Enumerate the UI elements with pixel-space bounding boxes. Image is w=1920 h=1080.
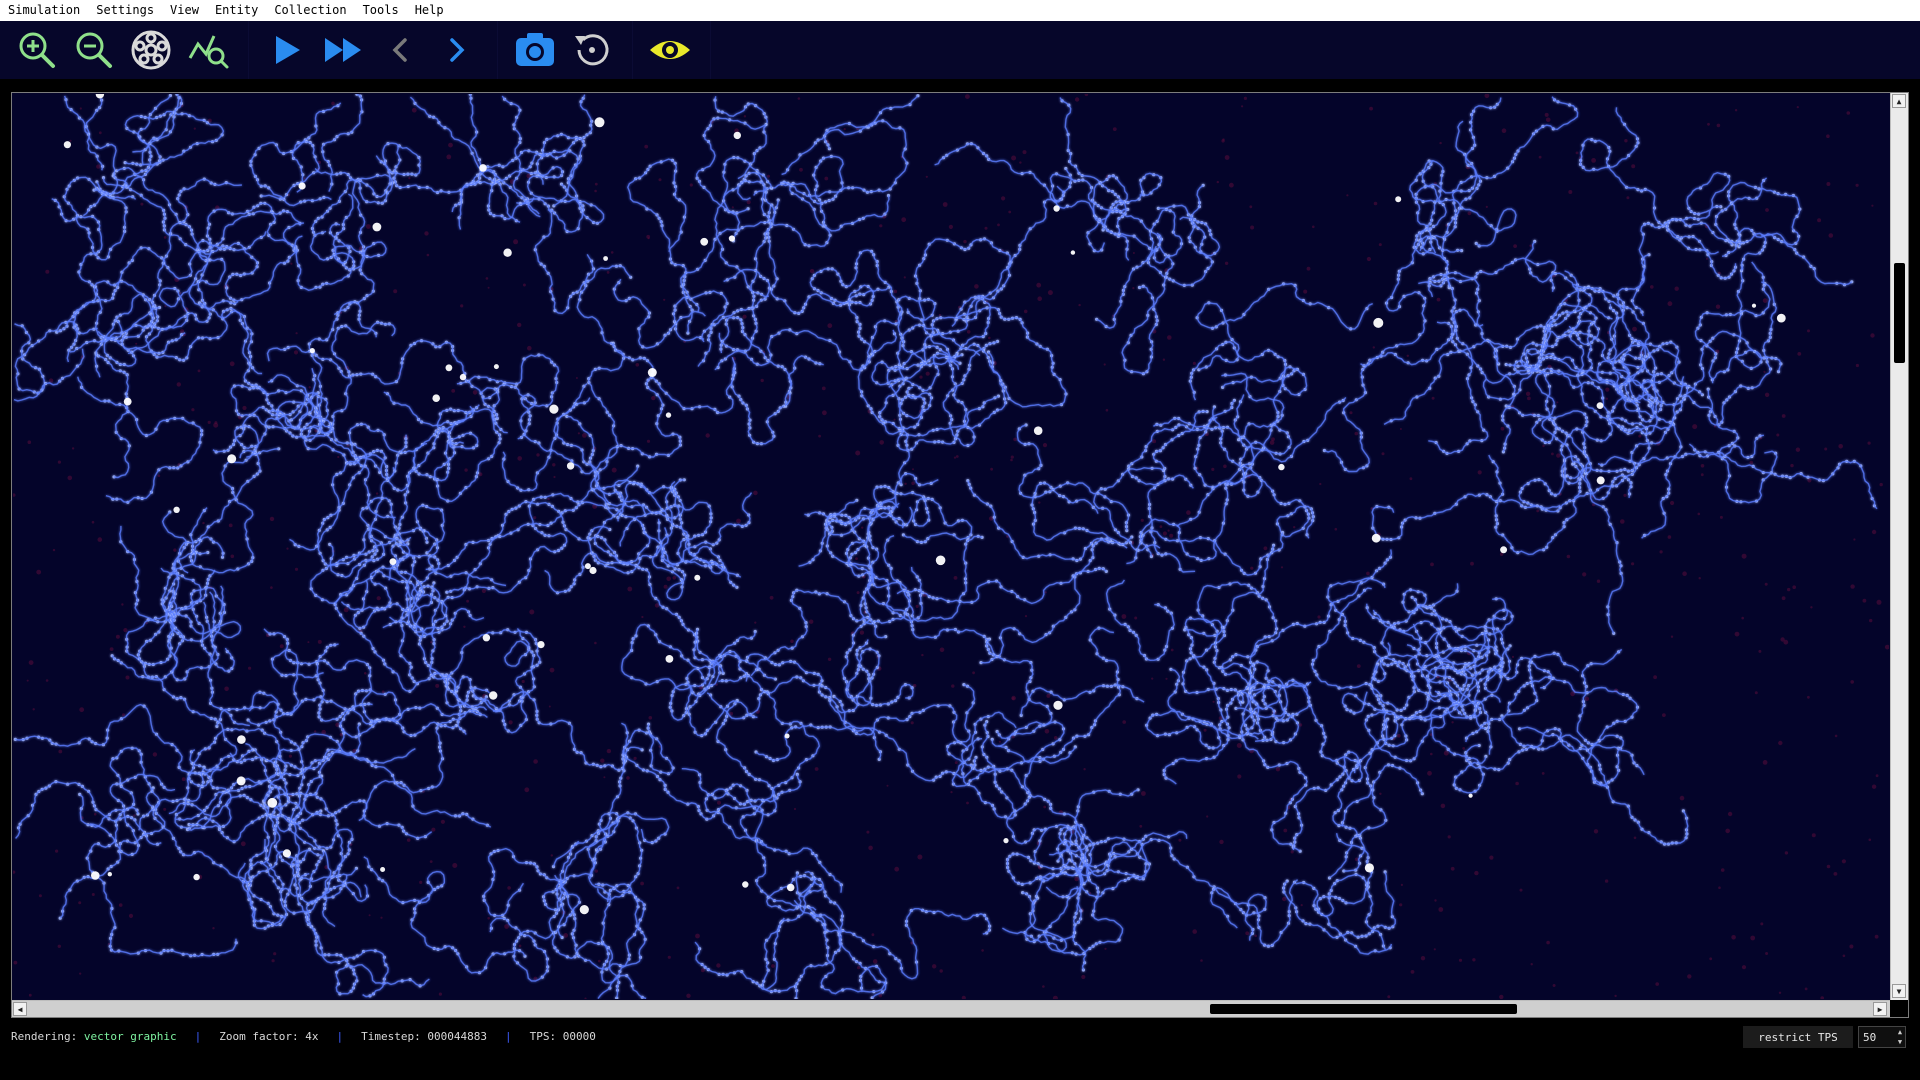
- snapshot-group: [498, 21, 633, 79]
- horizontal-scrollbar[interactable]: ◀ ▶: [12, 1000, 1890, 1017]
- timestep-label: Timestep: 000044883: [361, 1030, 488, 1043]
- scroll-down-arrow[interactable]: ▼: [1892, 984, 1906, 998]
- tps-spinner[interactable]: ▲ ▼: [1895, 1027, 1905, 1047]
- fast-forward-button[interactable]: [316, 23, 370, 77]
- vertical-scrollbar[interactable]: ▲ ▼: [1890, 93, 1908, 1000]
- step-back-icon: [392, 38, 407, 62]
- zoom-out-button[interactable]: [67, 23, 121, 77]
- step-forward-button[interactable]: [430, 23, 484, 77]
- snapshot-camera-icon: [516, 33, 554, 66]
- visibility-group: [633, 21, 711, 79]
- rendering-value: vector graphic: [83, 1030, 177, 1043]
- playback-group: [249, 21, 498, 79]
- menu-view[interactable]: View: [162, 0, 207, 21]
- menu-settings[interactable]: Settings: [88, 0, 162, 21]
- simulation-render: [13, 94, 1889, 999]
- play-icon: [276, 36, 300, 64]
- view-tools-group: [0, 21, 249, 79]
- play-button[interactable]: [259, 23, 313, 77]
- rendering-label: Rendering:: [11, 1030, 78, 1043]
- simulation-viewport: ▲ ▼ ◀ ▶: [11, 92, 1909, 1018]
- vertical-scroll-thumb[interactable]: [1894, 263, 1905, 363]
- status-separator: |: [505, 1030, 512, 1043]
- fast-forward-icon: [325, 38, 361, 62]
- visibility-toggle-button[interactable]: [643, 23, 697, 77]
- menu-tools[interactable]: Tools: [355, 0, 407, 21]
- step-forward-icon: [450, 38, 465, 62]
- restrict-tps-button[interactable]: restrict TPS: [1743, 1026, 1853, 1048]
- restore-snapshot-button[interactable]: [565, 23, 619, 77]
- menu-simulation[interactable]: Simulation: [8, 0, 88, 21]
- restore-snapshot-icon: [575, 34, 609, 66]
- scroll-right-arrow[interactable]: ▶: [1873, 1002, 1887, 1016]
- zoom-factor-label: Zoom factor: 4x: [219, 1030, 319, 1043]
- find-entity-button[interactable]: [181, 23, 235, 77]
- status-separator: |: [336, 1030, 344, 1043]
- find-entity-icon: [188, 35, 229, 69]
- status-line: Rendering: vector graphic | Zoom factor:…: [11, 1030, 596, 1043]
- visibility-eye-icon: [650, 41, 690, 59]
- status-separator: |: [194, 1030, 202, 1043]
- scroll-left-arrow[interactable]: ◀: [13, 1002, 27, 1016]
- center-view-icon: [131, 30, 171, 70]
- center-view-button[interactable]: [124, 23, 178, 77]
- horizontal-scroll-thumb[interactable]: [1210, 1004, 1517, 1014]
- menu-collection[interactable]: Collection: [266, 0, 354, 21]
- zoom-in-icon: [19, 32, 55, 68]
- menu-help[interactable]: Help: [407, 0, 452, 21]
- tps-label: TPS: 00000: [529, 1030, 596, 1043]
- menu-bar: Simulation Settings View Entity Collecti…: [0, 0, 1920, 21]
- menu-entity[interactable]: Entity: [207, 0, 266, 21]
- simulation-canvas[interactable]: [13, 94, 1889, 999]
- step-back-button[interactable]: [373, 23, 427, 77]
- scrollbar-corner: [1890, 1000, 1908, 1017]
- scroll-up-arrow[interactable]: ▲: [1892, 94, 1906, 108]
- snapshot-button[interactable]: [508, 23, 562, 77]
- zoom-out-icon: [76, 32, 112, 68]
- toolbar: [0, 21, 1920, 79]
- zoom-in-button[interactable]: [10, 23, 64, 77]
